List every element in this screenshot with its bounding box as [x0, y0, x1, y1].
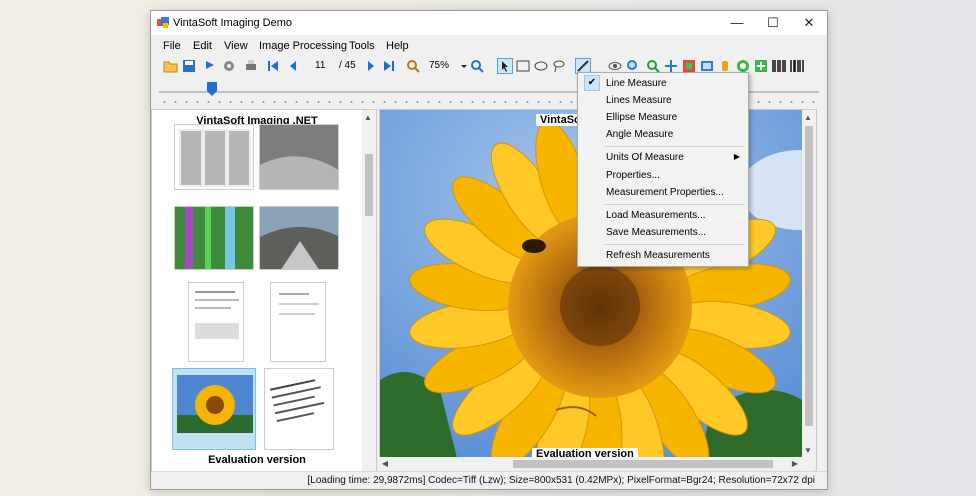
thumbnail-page-4[interactable] [259, 206, 339, 270]
document-preview [195, 291, 239, 339]
photo-preview [260, 125, 338, 189]
photo-preview [260, 207, 338, 269]
zoom-in-icon[interactable] [469, 58, 485, 74]
minimize-button[interactable]: — [719, 11, 755, 35]
thumbnail-evaluation-label: Evaluation version [208, 454, 306, 466]
open-folder-icon[interactable] [163, 58, 179, 74]
menu-edit[interactable]: Edit [193, 40, 212, 52]
maximize-button[interactable]: ☐ [755, 11, 791, 35]
next-page-icon[interactable] [363, 58, 379, 74]
menu-separator [604, 204, 744, 205]
zoom-out-icon[interactable] [405, 58, 421, 74]
menu-item-label: Refresh Measurements [606, 250, 710, 261]
scroll-up-arrow-icon[interactable]: ▲ [802, 113, 814, 122]
menu-item-measurement-properties[interactable]: Measurement Properties... [578, 184, 748, 201]
slider-thumb[interactable] [207, 82, 217, 96]
viewer-horizontal-scrollbar[interactable]: ◀ ▶ [379, 457, 815, 471]
menu-item-units-of-measure[interactable]: Units Of Measure ▶ [578, 149, 748, 166]
menu-help[interactable]: Help [386, 40, 409, 52]
lasso-tool-icon[interactable] [551, 58, 567, 74]
thumbnail-page-11[interactable] [172, 368, 256, 450]
menu-item-angle-measure[interactable]: Angle Measure [578, 126, 748, 143]
sunflower-preview [177, 375, 253, 433]
menu-view[interactable]: View [224, 40, 248, 52]
menu-item-label: Units Of Measure [606, 152, 684, 163]
menu-tools[interactable]: Tools [349, 40, 375, 52]
page-current[interactable]: 11 [315, 60, 325, 71]
menu-item-label: Angle Measure [606, 129, 674, 140]
menu-item-label: Load Measurements... [606, 210, 706, 221]
thumbnail-panel: VintaSoft Imaging .NET Evaluation versio… [151, 109, 377, 473]
checkmark-icon: ✔ [584, 75, 600, 91]
menu-item-label: Line Measure [606, 78, 667, 89]
document-preview [269, 379, 325, 423]
last-page-icon[interactable] [381, 58, 397, 74]
document-preview [179, 129, 251, 187]
menu-item-ellipse-measure[interactable]: Ellipse Measure [578, 109, 748, 126]
submenu-arrow-icon: ▶ [733, 152, 740, 161]
menu-image-processing[interactable]: Image Processing [259, 40, 347, 52]
thumbnail-page-1[interactable] [174, 124, 254, 190]
previous-page-icon[interactable] [285, 58, 301, 74]
menu-item-lines-measure[interactable]: Lines Measure [578, 92, 748, 109]
viewer-hscroll-thumb[interactable] [513, 460, 773, 468]
viewer-vscroll-thumb[interactable] [805, 126, 813, 426]
scroll-right-arrow-icon[interactable]: ▶ [789, 459, 801, 468]
scroll-up-arrow-icon[interactable]: ▲ [362, 113, 374, 122]
menu-item-label: Measurement Properties... [606, 187, 724, 198]
menu-bar: File Edit View Image Processing Tools He… [151, 37, 827, 55]
ellipse-tool-icon[interactable] [533, 58, 549, 74]
rectangle-tool-icon[interactable] [515, 58, 531, 74]
zoom-level[interactable]: 75% [429, 60, 449, 71]
thumbnail-page-2[interactable] [259, 124, 339, 190]
thumbnail-page-3[interactable] [174, 206, 254, 270]
menu-item-label: Properties... [606, 170, 660, 181]
pointer-tool-icon[interactable] [497, 58, 513, 74]
first-page-icon[interactable] [265, 58, 281, 74]
menu-separator [604, 146, 744, 147]
viewer-vertical-scrollbar[interactable]: ▲ ▼ [802, 110, 816, 470]
menu-item-refresh-measurements[interactable]: Refresh Measurements [578, 247, 748, 264]
menu-separator [604, 244, 744, 245]
thumbnail-page-6[interactable] [270, 282, 326, 362]
thumbnail-vertical-scrollbar[interactable]: ▲ [362, 110, 376, 472]
scroll-down-arrow-icon[interactable]: ▼ [802, 446, 814, 455]
save-icon[interactable] [181, 58, 197, 74]
thumbnail-scroll-thumb[interactable] [365, 154, 373, 216]
menu-item-properties[interactable]: Properties... [578, 167, 748, 184]
app-icon [157, 17, 169, 28]
menu-item-save-measurements[interactable]: Save Measurements... [578, 224, 748, 241]
menu-file[interactable]: File [163, 40, 181, 52]
photo-preview [175, 207, 253, 269]
scan-icon[interactable] [203, 58, 219, 74]
status-text: [Loading time: 29,9872ms] Codec=Tiff (Lz… [307, 475, 816, 486]
menu-item-load-measurements[interactable]: Load Measurements... [578, 207, 748, 224]
close-button[interactable]: ✕ [791, 11, 827, 35]
barcode-icon[interactable] [771, 58, 787, 74]
menu-item-label: Ellipse Measure [606, 112, 678, 123]
thumbnail-page-12[interactable] [264, 368, 334, 450]
menu-item-label: Save Measurements... [606, 227, 707, 238]
print-icon[interactable] [243, 58, 259, 74]
thumbnail-page-5[interactable] [188, 282, 244, 362]
title-bar: VintaSoft Imaging Demo — ☐ ✕ [151, 11, 827, 35]
barcode-writer-icon[interactable] [789, 58, 805, 74]
document-preview [279, 293, 319, 315]
menu-item-label: Lines Measure [606, 95, 672, 106]
status-bar: [Loading time: 29,9872ms] Codec=Tiff (Lz… [151, 471, 827, 489]
window-title: VintaSoft Imaging Demo [173, 17, 293, 29]
fit-icon[interactable] [753, 58, 769, 74]
scroll-left-arrow-icon[interactable]: ◀ [379, 459, 391, 468]
gear-icon[interactable] [221, 58, 237, 74]
page-total: / 45 [339, 60, 356, 71]
measure-dropdown-menu: ✔ Line Measure Lines Measure Ellipse Mea… [577, 72, 749, 267]
menu-item-line-measure[interactable]: ✔ Line Measure [578, 75, 748, 92]
